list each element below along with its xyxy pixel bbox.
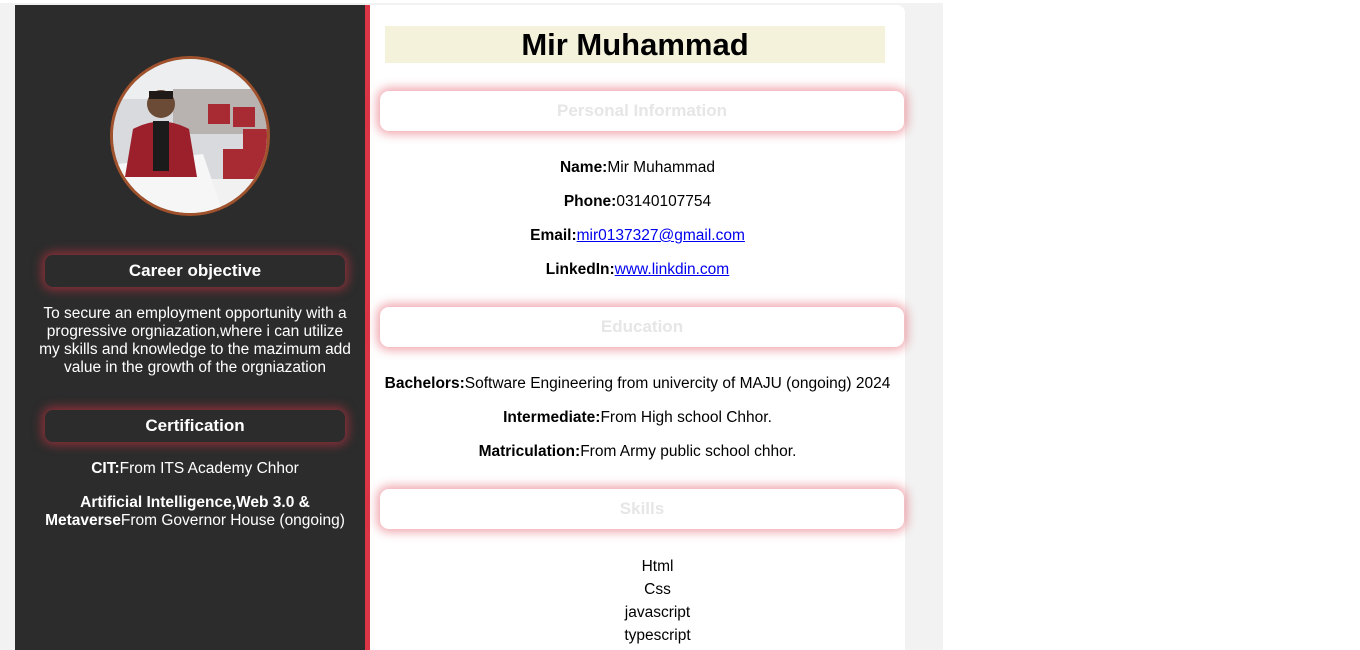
certification-text: From Governor House (ongoing) bbox=[120, 512, 345, 529]
personal-email-row: Email:mir0137327@gmail.com bbox=[370, 227, 905, 245]
education-heading: Education bbox=[380, 307, 904, 347]
education-text: From High school Chhor. bbox=[600, 409, 772, 426]
personal-name-row: Name:Mir Muhammad bbox=[370, 159, 905, 177]
skills-heading: Skills bbox=[380, 489, 904, 529]
skill-item: typescript bbox=[624, 627, 691, 644]
email-label: Email: bbox=[530, 227, 577, 244]
skills-list: Html Css javascript typescript bbox=[570, 555, 745, 647]
certification-label: CIT: bbox=[91, 460, 120, 477]
education-label: Matriculation: bbox=[478, 443, 581, 460]
name-label: Name: bbox=[559, 159, 608, 176]
skill-item: Html bbox=[641, 558, 674, 575]
certification-item: CIT:From ITS Academy Chhor bbox=[35, 460, 355, 478]
certification-list: CIT:From ITS Academy Chhor Artificial In… bbox=[35, 460, 355, 546]
personal-phone-row: Phone:03140107754 bbox=[370, 193, 905, 211]
skill-item: javascript bbox=[624, 604, 691, 621]
education-item: Matriculation:From Army public school ch… bbox=[370, 443, 905, 461]
personal-linkedin-row: LinkedIn:www.linkdin.com bbox=[370, 261, 905, 279]
profile-photo bbox=[110, 56, 270, 216]
certification-text: From ITS Academy Chhor bbox=[119, 460, 299, 477]
education-label: Intermediate: bbox=[503, 409, 601, 426]
linkedin-label: LinkedIn: bbox=[545, 261, 615, 278]
email-link[interactable]: mir0137327@gmail.com bbox=[577, 227, 745, 244]
education-item: Intermediate:From High school Chhor. bbox=[370, 409, 905, 427]
name-value: Mir Muhammad bbox=[607, 159, 716, 176]
sidebar: Career objective To secure an employment… bbox=[15, 5, 370, 650]
profile-photo-image bbox=[113, 59, 267, 213]
education-text: From Army public school chhor. bbox=[580, 443, 797, 460]
main-content: Mir Muhammad Personal Information Name:M… bbox=[370, 5, 905, 650]
education-text: Software Engineering from univercity of … bbox=[464, 375, 891, 392]
resume-card: Career objective To secure an employment… bbox=[15, 5, 905, 650]
education-item: Bachelors:Software Engineering from univ… bbox=[366, 375, 909, 393]
career-objective-heading: Career objective bbox=[45, 255, 345, 287]
certification-heading: Certification bbox=[45, 410, 345, 442]
skill-item: Css bbox=[644, 581, 671, 598]
linkedin-link[interactable]: www.linkdin.com bbox=[615, 261, 730, 278]
phone-label: Phone: bbox=[563, 193, 617, 210]
career-objective-text: To secure an employment opportunity with… bbox=[39, 305, 351, 376]
education-label: Bachelors: bbox=[384, 375, 465, 392]
phone-value: 03140107754 bbox=[616, 193, 712, 210]
personal-information-heading: Personal Information bbox=[380, 91, 904, 131]
name-banner: Mir Muhammad bbox=[385, 26, 885, 63]
certification-item: Artificial Intelligence,Web 3.0 & Metave… bbox=[35, 494, 355, 530]
